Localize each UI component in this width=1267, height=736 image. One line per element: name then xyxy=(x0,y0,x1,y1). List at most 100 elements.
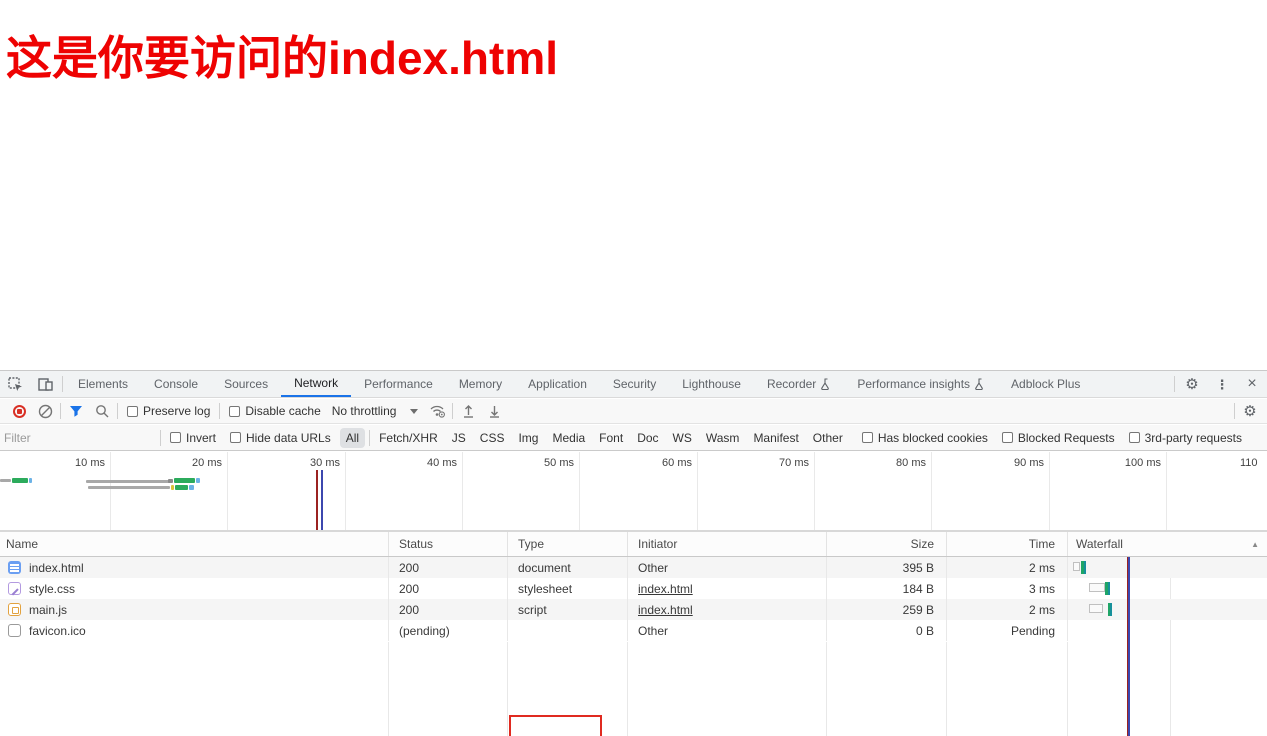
clear-icon[interactable] xyxy=(32,400,58,422)
hide-data-urls-toggle[interactable]: Hide data URLs xyxy=(230,431,331,445)
tab-label: Security xyxy=(612,377,657,391)
overview-bar xyxy=(175,485,188,490)
tab-memory[interactable]: Memory xyxy=(446,371,515,397)
tab-sources[interactable]: Sources xyxy=(211,371,281,397)
filter-pill-media[interactable]: Media xyxy=(552,431,585,445)
type-column-highlight xyxy=(509,715,602,736)
invert-label: Invert xyxy=(186,430,217,445)
tab-performance[interactable]: Performance xyxy=(351,371,446,397)
filter-pill-js[interactable]: JS xyxy=(452,431,466,445)
column-header-time[interactable]: Time xyxy=(947,532,1068,556)
network-conditions-icon[interactable] xyxy=(424,400,450,422)
js-file-icon xyxy=(8,603,21,616)
request-size: 395 B xyxy=(902,560,934,575)
filter-pill-wasm[interactable]: Wasm xyxy=(706,431,740,445)
column-header-waterfall[interactable]: Waterfall ▲ xyxy=(1068,532,1267,556)
load-event-line xyxy=(321,470,323,530)
invert-checkbox[interactable] xyxy=(170,432,181,443)
tab-console[interactable]: Console xyxy=(141,371,211,397)
device-toolbar-icon[interactable] xyxy=(30,371,60,397)
devtools-panel: Elements Console Sources Network Perform… xyxy=(0,370,1267,736)
column-header-size[interactable]: Size xyxy=(827,532,947,556)
request-initiator-link[interactable]: index.html xyxy=(638,582,693,596)
invert-toggle[interactable]: Invert xyxy=(170,431,216,445)
search-icon[interactable] xyxy=(89,400,115,422)
record-icon[interactable] xyxy=(6,400,32,422)
request-size: 0 B xyxy=(915,623,934,638)
network-filterbar: Invert Hide data URLs All Fetch/XHR JS C… xyxy=(0,425,1267,451)
filter-pill-manifest[interactable]: Manifest xyxy=(753,431,798,445)
third-party-toggle[interactable]: 3rd-party requests xyxy=(1128,430,1242,445)
tab-security[interactable]: Security xyxy=(600,371,669,397)
preserve-log-toggle[interactable]: Preserve log xyxy=(127,404,210,418)
ruler-tick: 10 ms xyxy=(75,457,105,469)
overview-bar xyxy=(171,485,174,490)
request-name: main.js xyxy=(29,602,68,617)
overview-bar xyxy=(12,478,28,483)
disable-cache-checkbox[interactable] xyxy=(229,405,241,417)
table-row[interactable]: favicon.ico (pending) Other 0 B Pending xyxy=(0,620,1267,641)
disable-cache-toggle[interactable]: Disable cache xyxy=(229,404,321,418)
tab-adblock-plus[interactable]: Adblock Plus xyxy=(998,371,1093,397)
sort-asc-icon[interactable]: ▲ xyxy=(1251,540,1259,549)
close-icon[interactable]: × xyxy=(1237,371,1267,397)
filter-input[interactable] xyxy=(0,427,158,448)
ruler-tick: 100 ms xyxy=(1124,457,1161,469)
tab-recorder[interactable]: Recorder xyxy=(754,371,844,397)
has-blocked-cookies-checkbox[interactable] xyxy=(861,432,873,443)
third-party-checkbox[interactable] xyxy=(1128,432,1140,443)
tab-label: Performance xyxy=(364,377,433,391)
disable-cache-label: Disable cache xyxy=(245,404,321,418)
tab-label: Console xyxy=(154,377,199,391)
column-header-type[interactable]: Type xyxy=(508,532,628,556)
export-har-icon[interactable] xyxy=(481,400,507,422)
tab-label: Performance insights xyxy=(857,377,971,391)
throttling-dropdown[interactable]: No throttling xyxy=(332,404,419,418)
request-size: 184 B xyxy=(902,581,934,596)
filter-pill-font[interactable]: Font xyxy=(599,431,623,445)
filter-pill-doc[interactable]: Doc xyxy=(637,431,658,445)
overview-bar xyxy=(174,478,195,483)
tab-application[interactable]: Application xyxy=(515,371,600,397)
kebab-menu-icon[interactable]: ⋮ xyxy=(1207,371,1237,397)
ruler-tick: 70 ms xyxy=(779,457,809,469)
network-settings-gear-icon[interactable]: ⚙ xyxy=(1237,400,1263,422)
tab-network[interactable]: Network xyxy=(281,371,352,397)
column-header-name[interactable]: Name xyxy=(0,532,389,556)
blocked-requests-checkbox[interactable] xyxy=(1001,432,1013,443)
preserve-log-label: Preserve log xyxy=(143,404,211,418)
hide-data-urls-checkbox[interactable] xyxy=(230,432,242,443)
overview-bar xyxy=(0,479,11,482)
column-header-initiator[interactable]: Initiator xyxy=(628,532,827,556)
request-initiator-link[interactable]: index.html xyxy=(638,603,693,617)
filter-pill-other[interactable]: Other xyxy=(813,431,843,445)
inspect-icon[interactable] xyxy=(0,371,30,397)
tab-label: Memory xyxy=(458,377,503,391)
blocked-requests-toggle[interactable]: Blocked Requests xyxy=(1001,430,1115,445)
table-row[interactable]: style.css 200 stylesheet index.html 184 … xyxy=(0,578,1267,599)
filter-pill-fetch-xhr[interactable]: Fetch/XHR xyxy=(379,431,438,445)
filter-pill-all[interactable]: All xyxy=(339,427,366,448)
ruler-tick: 20 ms xyxy=(192,457,222,469)
filter-funnel-icon[interactable] xyxy=(63,400,89,422)
gear-icon[interactable]: ⚙ xyxy=(1177,371,1207,397)
blocked-requests-label: Blocked Requests xyxy=(1017,430,1115,445)
third-party-label: 3rd-party requests xyxy=(1144,430,1242,445)
preserve-log-checkbox[interactable] xyxy=(127,405,138,417)
column-header-status[interactable]: Status xyxy=(389,532,508,556)
import-har-icon[interactable] xyxy=(455,400,481,422)
filter-pill-ws[interactable]: WS xyxy=(673,431,692,445)
filter-pill-css[interactable]: CSS xyxy=(480,431,505,445)
tab-performance-insights[interactable]: Performance insights xyxy=(844,371,998,397)
table-row[interactable]: main.js 200 script index.html 259 B 2 ms xyxy=(0,599,1267,620)
filter-pill-img[interactable]: Img xyxy=(518,431,538,445)
tab-label: Lighthouse xyxy=(682,377,741,391)
network-overview-ruler[interactable]: 10 ms 20 ms 30 ms 40 ms 50 ms 60 ms 70 m… xyxy=(0,452,1267,532)
has-blocked-cookies-toggle[interactable]: Has blocked cookies xyxy=(861,431,988,445)
hide-data-urls-label: Hide data URLs xyxy=(246,430,331,445)
tab-label: Adblock Plus xyxy=(1011,377,1081,391)
tab-elements[interactable]: Elements xyxy=(65,371,141,397)
request-initiator: Other xyxy=(638,623,669,638)
tab-lighthouse[interactable]: Lighthouse xyxy=(669,371,754,397)
html-file-icon xyxy=(8,561,21,574)
